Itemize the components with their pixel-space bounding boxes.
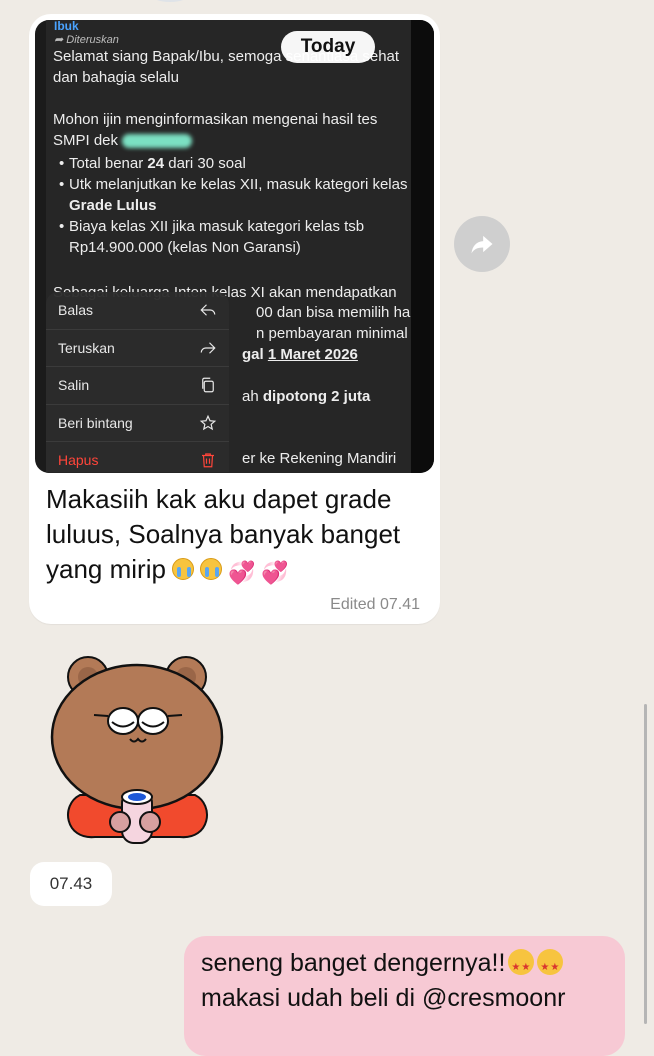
star-icon [199, 414, 217, 430]
paragraph-line: gal 1 Maret 2026 [242, 346, 358, 363]
bear-sticker[interactable] [50, 655, 225, 855]
sticker-time-bubble: 07.43 [30, 862, 112, 906]
bullet-continuation: Rp14.900.000 (kelas Non Garansi) [69, 239, 301, 256]
paragraph-line: 00 dan bisa memilih hari [256, 304, 419, 321]
scrollbar[interactable] [644, 704, 647, 1024]
crying-face-emoji [199, 558, 222, 580]
two-hearts-emoji: 💞 [227, 560, 256, 585]
paragraph-line: n pembayaran minimal DP [256, 325, 433, 342]
message-status: Edited 07.41 [330, 596, 420, 613]
date-chip: Today [281, 31, 375, 63]
redacted-name [122, 134, 193, 149]
menu-item-forward[interactable]: Teruskan [46, 330, 229, 367]
star-struck-emoji [508, 949, 535, 985]
incoming-message-text: Makasiih kak aku dapet grade luluus, Soa… [46, 484, 401, 585]
outgoing-message-text: seneng banget dengernya!! makasi udah be… [201, 946, 621, 1016]
cut-off-sender: Ibuk [54, 20, 79, 33]
context-menu: Balas Teruskan Salin Beri bintang Hapus [46, 292, 229, 472]
previous-element-edge [150, 0, 190, 2]
share-button[interactable] [454, 216, 510, 272]
menu-item-delete[interactable]: Hapus [46, 442, 229, 472]
screenshot-edge [411, 20, 434, 473]
forward-icon [200, 342, 216, 354]
menu-item-copy[interactable]: Salin [46, 367, 229, 405]
crying-face-emoji [171, 558, 194, 580]
trash-icon [202, 453, 214, 468]
star-struck-emoji [537, 949, 564, 985]
bullet-continuation: Grade Lulus [69, 197, 157, 214]
paragraph-line: ah dipotong 2 juta [242, 388, 371, 405]
menu-item-reply[interactable]: Balas [46, 292, 229, 330]
info-line: Mohon ijin menginformasikan mengenai has… [53, 111, 378, 128]
two-hearts-emoji: 💞 [261, 560, 289, 585]
info-line: SMPI dek [53, 130, 193, 151]
paragraph-line: er ke Rekening Mandiri [242, 450, 397, 467]
share-arrow-icon [471, 235, 493, 254]
menu-item-star[interactable]: Beri bintang [46, 405, 229, 442]
copy-icon [202, 377, 214, 393]
greeting-line: dan bahagia selalu [53, 69, 179, 86]
reply-icon [200, 304, 216, 316]
